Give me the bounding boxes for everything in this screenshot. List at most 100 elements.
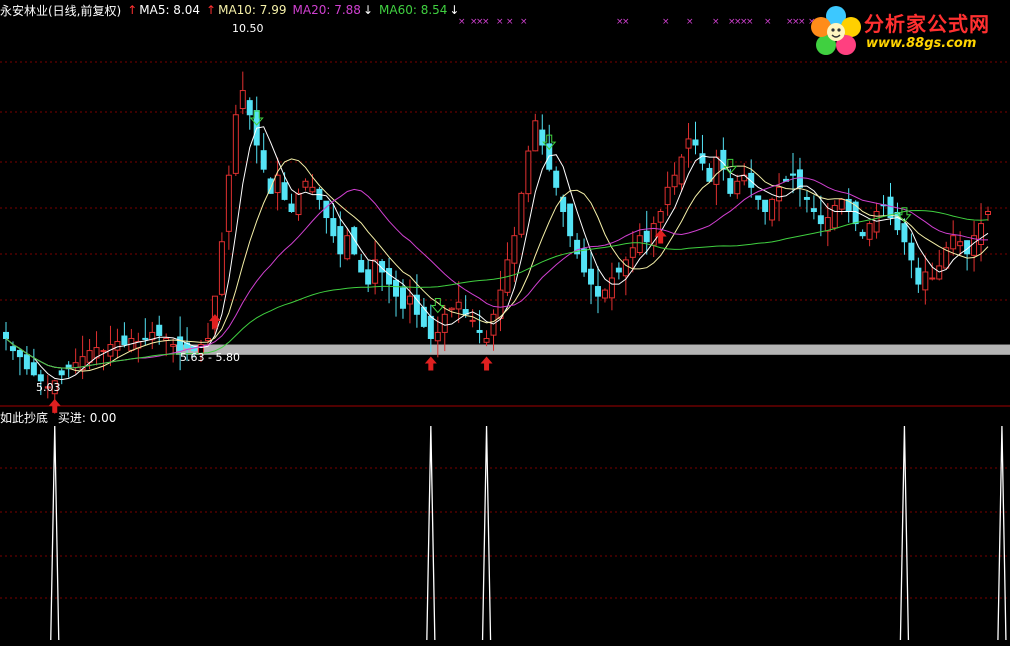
candle-body bbox=[685, 138, 692, 149]
candle-body bbox=[476, 329, 483, 333]
candlestick-chart[interactable]: × ××× × × × ×× × × × ×××× × ××× × bbox=[0, 0, 1010, 642]
signal-marker-icon: × bbox=[662, 17, 670, 27]
ma10-value: MA10: 7.99 bbox=[218, 3, 287, 17]
ma5-value: MA5: 8.04 bbox=[139, 3, 201, 17]
candle-body bbox=[922, 271, 929, 291]
candle-body bbox=[985, 211, 991, 215]
signal-marker-icon: × bbox=[520, 17, 528, 27]
candle-body bbox=[636, 235, 643, 254]
logo-url: www.88gs.com bbox=[866, 36, 977, 51]
candle-body bbox=[511, 235, 518, 264]
buy-signal-spike bbox=[50, 425, 60, 641]
chart-stage[interactable]: × × × × × × × × × × × × × × × × × × × × × bbox=[0, 0, 1010, 642]
candle-body bbox=[281, 182, 288, 200]
signal-marker-icon: × bbox=[764, 17, 772, 27]
candle-body bbox=[142, 337, 149, 340]
candle-body bbox=[351, 227, 358, 255]
candle-body bbox=[929, 277, 936, 280]
candle-body bbox=[288, 203, 295, 213]
ma60-arrow: ↓ bbox=[449, 3, 460, 17]
flower-logo-icon bbox=[811, 6, 861, 55]
candle-body bbox=[755, 195, 762, 200]
candle-body bbox=[706, 167, 713, 182]
candle-body bbox=[323, 200, 330, 219]
candle-body bbox=[692, 139, 699, 146]
candle-body bbox=[866, 223, 873, 240]
signal-marker-icon: × bbox=[686, 17, 694, 27]
candle-body bbox=[302, 180, 309, 188]
candle-body bbox=[295, 192, 302, 216]
signal-marker-icon: × bbox=[458, 17, 466, 27]
candle-body bbox=[567, 203, 574, 237]
ma5-line bbox=[5, 126, 989, 381]
candle-body bbox=[37, 374, 44, 382]
candle-body bbox=[9, 346, 16, 352]
candle-body bbox=[100, 350, 107, 353]
candle-body bbox=[713, 156, 720, 185]
signal-marker-icon: × bbox=[496, 17, 504, 27]
ma20-value: MA20: 7.88 bbox=[292, 3, 361, 17]
candle-body bbox=[330, 218, 337, 237]
candle-body bbox=[204, 337, 211, 342]
candle-body bbox=[274, 174, 281, 194]
candle-body bbox=[873, 211, 880, 233]
candle-body bbox=[358, 259, 365, 273]
candle-body bbox=[225, 174, 232, 232]
candle-body bbox=[859, 231, 866, 237]
candle-body bbox=[427, 315, 434, 339]
candle-body bbox=[337, 226, 344, 255]
high-price-label: 10.50 bbox=[232, 22, 264, 35]
signal-marker-icon: × bbox=[506, 17, 514, 27]
candle-body bbox=[978, 223, 985, 245]
signal-marker-icon: × bbox=[482, 17, 490, 27]
candle-body bbox=[469, 319, 476, 322]
candle-body bbox=[824, 217, 831, 232]
candle-body bbox=[608, 277, 615, 299]
ma60-line bbox=[5, 209, 989, 369]
candle-body bbox=[121, 335, 128, 346]
candle-body bbox=[365, 269, 372, 285]
candle-body bbox=[615, 267, 622, 273]
candle-body bbox=[594, 286, 601, 297]
candle-body bbox=[518, 192, 525, 235]
signal-marker-icon: × bbox=[798, 17, 806, 27]
candle-body bbox=[769, 198, 776, 221]
indicator-value: 买进: 0.00 bbox=[57, 411, 117, 425]
candle-body bbox=[734, 180, 741, 195]
candle-body bbox=[810, 208, 817, 213]
candle-body bbox=[3, 331, 9, 339]
ma60-value: MA60: 8.54 bbox=[379, 3, 448, 17]
candle-body bbox=[789, 173, 796, 176]
indicator-name: 如此抄底 bbox=[0, 411, 49, 425]
candle-body bbox=[950, 235, 957, 250]
candle-body bbox=[581, 248, 588, 273]
candle-body bbox=[643, 230, 650, 243]
candle-body bbox=[309, 186, 316, 193]
candle-body bbox=[386, 268, 393, 285]
candle-body bbox=[30, 362, 37, 376]
candle-body bbox=[762, 199, 769, 212]
candle-body bbox=[441, 313, 448, 333]
buy-arrow-icon bbox=[480, 356, 493, 371]
candle-body bbox=[483, 337, 490, 343]
candle-body bbox=[156, 324, 163, 336]
logo-name: 分析家公式网 bbox=[864, 12, 990, 36]
candle-body bbox=[957, 241, 964, 247]
candle-body bbox=[588, 268, 595, 285]
candle-body bbox=[901, 223, 908, 243]
candle-body bbox=[497, 289, 504, 319]
candle-body bbox=[344, 235, 351, 260]
candle-body bbox=[239, 90, 246, 110]
sell-arrow-icon bbox=[430, 297, 445, 314]
candle-body bbox=[803, 196, 810, 200]
candle-body bbox=[915, 267, 922, 285]
buy-signal-spike bbox=[899, 425, 910, 641]
candle-body bbox=[246, 100, 253, 116]
candle-body bbox=[629, 247, 636, 258]
ma5-arrow: ↑ bbox=[127, 3, 138, 17]
buy-signal-spike bbox=[481, 425, 492, 641]
buy-arrow-icon bbox=[424, 356, 437, 371]
candle-body bbox=[776, 186, 783, 202]
candle-body bbox=[678, 156, 685, 185]
candle-body bbox=[699, 153, 706, 164]
